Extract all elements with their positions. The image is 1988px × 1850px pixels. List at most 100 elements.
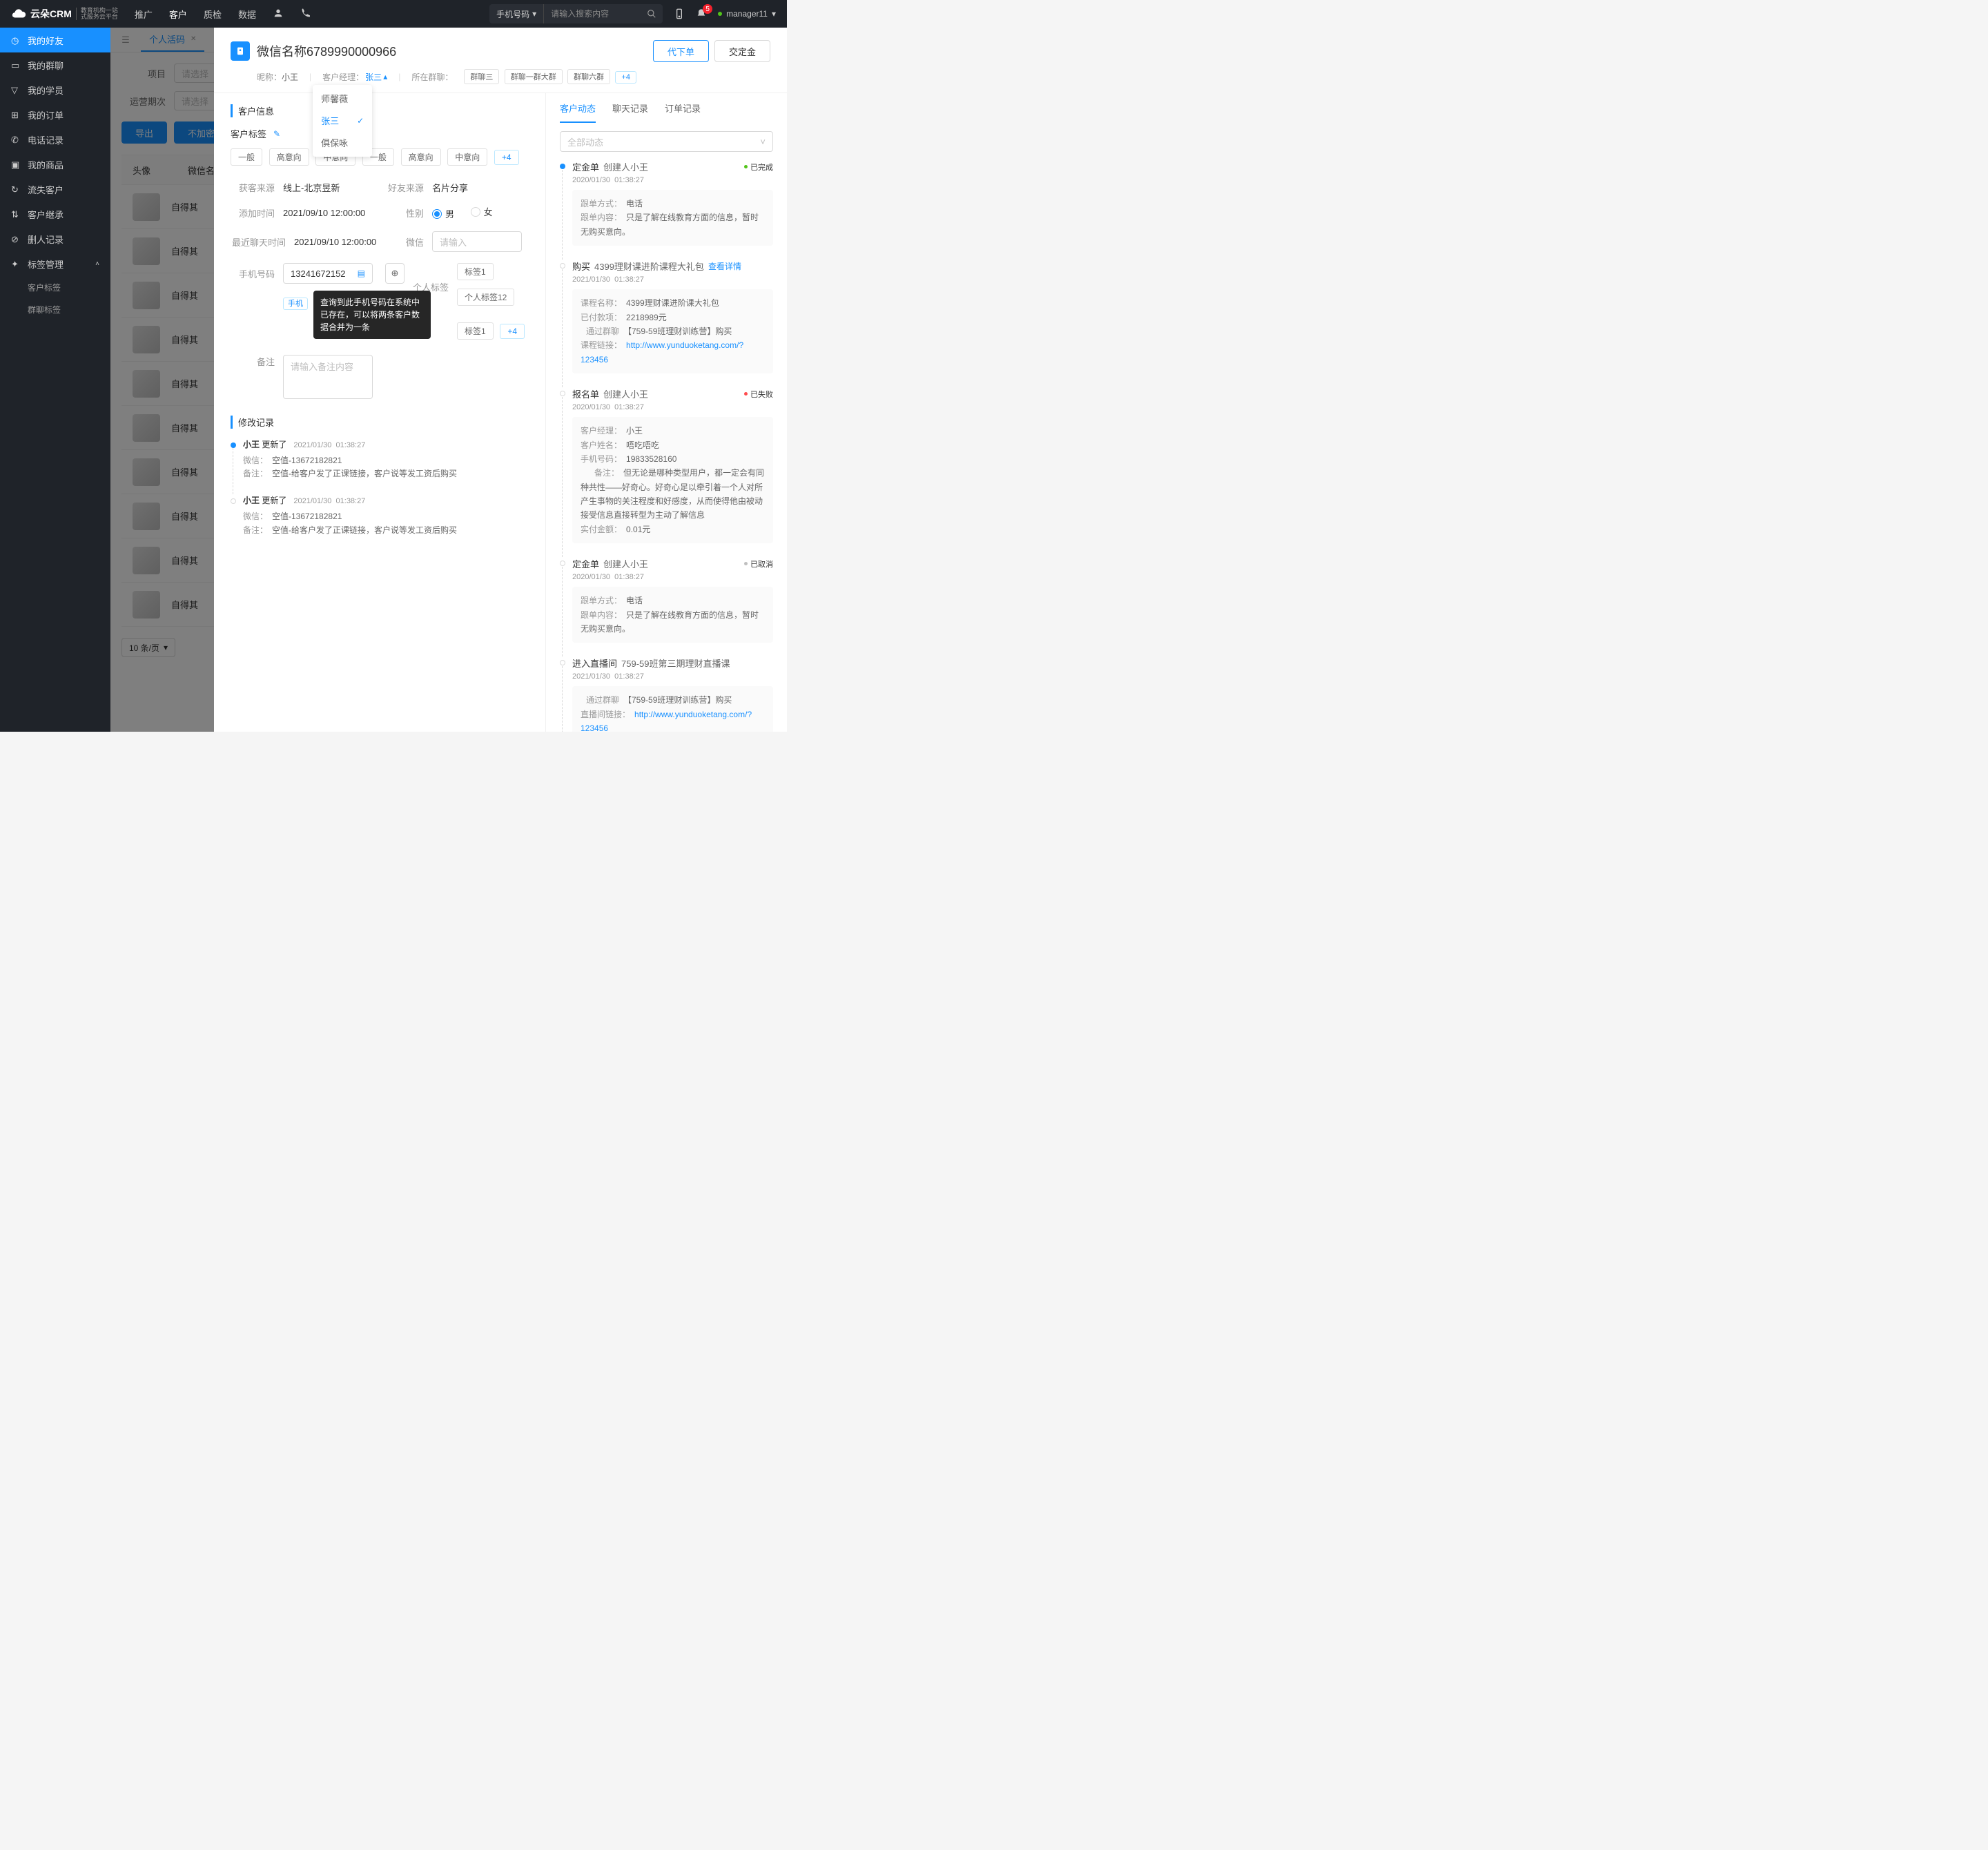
- username: manager11: [726, 9, 768, 19]
- sidebar: ◷我的好友 ▭我的群聊 ▽我的学员 ⊞我的订单 ✆电话记录 ▣我的商品 ↻流失客…: [0, 28, 110, 732]
- clock-icon: ◷: [11, 35, 21, 45]
- tag[interactable]: 高意向: [401, 148, 441, 166]
- chevron-up-icon: ˄: [95, 260, 99, 268]
- chat-icon: ▭: [11, 60, 21, 70]
- mobile-icon[interactable]: [674, 8, 685, 19]
- contacts-icon[interactable]: ▤: [358, 269, 365, 278]
- nav-qc[interactable]: 质检: [204, 8, 222, 21]
- sidebar-item-orders[interactable]: ⊞我的订单: [0, 102, 110, 127]
- sidebar-item-tags[interactable]: ✦标签管理˄: [0, 251, 110, 276]
- tag[interactable]: 高意向: [269, 148, 309, 166]
- gift-icon: ⊞: [11, 110, 21, 119]
- edit-icon[interactable]: ✎: [273, 129, 280, 139]
- content-area: ☰ 个人活码✕ 我 项目请选择 运营期次请选择 导出 不加密导出 头像 微信名 …: [110, 28, 787, 732]
- wechat-input[interactable]: 请输入: [432, 231, 522, 252]
- sidebar-item-friends[interactable]: ◷我的好友: [0, 28, 110, 52]
- timeline-card: 课程名称：4399理财课进阶课大礼包已付款项：2218989元通过群聊【759-…: [572, 289, 773, 373]
- group-more-chip[interactable]: +4: [615, 71, 636, 84]
- nav-phone-icon[interactable]: [300, 8, 311, 21]
- sidebar-sub-customer-tags[interactable]: 客户标签: [0, 276, 110, 298]
- group-chip[interactable]: 群聊六群: [567, 69, 610, 84]
- box-icon: ▣: [11, 159, 21, 169]
- notification-badge: 5: [703, 4, 712, 14]
- history-item: 小王 更新了 2021/01/30 01:38:27微信：空值-13672182…: [231, 494, 529, 536]
- sidebar-item-delete[interactable]: ⊘删人记录: [0, 226, 110, 251]
- section-customer-info: 客户信息: [231, 104, 529, 117]
- right-tabs: 客户动态 聊天记录 订单记录: [546, 93, 787, 123]
- added-value: 2021/09/10 12:00:00: [283, 208, 365, 218]
- chevron-up-icon: ▴: [383, 72, 387, 81]
- phone-tag[interactable]: 手机: [283, 298, 308, 310]
- phone-merge-tooltip: 查询到此手机号码在系统中已存在，可以将两条客户数据合并为一条: [313, 291, 431, 339]
- filter-icon: ▽: [11, 85, 21, 95]
- logo[interactable]: 云朵CRM 教育机构一站式服务云平台: [11, 6, 118, 21]
- activity-filter-select[interactable]: 全部动态˅: [560, 131, 773, 152]
- customer-detail-panel: 微信名称6789990000966 代下单 交定金 昵称：小王 | 客户经理：张…: [214, 28, 787, 732]
- tag-icon: ✦: [11, 259, 21, 269]
- phone-icon: ✆: [11, 135, 21, 144]
- user-menu[interactable]: manager11 ▾: [718, 9, 776, 19]
- phone-input[interactable]: 13241672152 ▤: [283, 263, 373, 284]
- friend-value: 名片分享: [432, 181, 468, 194]
- dropdown-option[interactable]: 俱保咏: [313, 132, 372, 154]
- activity-timeline: 定金单创建人小王已完成2020/01/30 01:38:27跟单方式：电话跟单内…: [546, 160, 787, 732]
- timeline-card: 客户经理：小王客户姓名：唔吃唔吃手机号码：19833528160备注：但无论是哪…: [572, 417, 773, 543]
- personal-tag[interactable]: 个人标签12: [457, 289, 514, 306]
- source-value: 线上-北京昱新: [283, 181, 340, 194]
- status-badge: 已失败: [744, 389, 773, 400]
- tag[interactable]: 中意向: [447, 148, 487, 166]
- tab-orders[interactable]: 订单记录: [665, 101, 701, 123]
- personal-tag[interactable]: 标签1: [457, 322, 494, 340]
- group-chip[interactable]: 群聊一群大群: [505, 69, 563, 84]
- sidebar-item-inherit[interactable]: ⇅客户继承: [0, 202, 110, 226]
- timeline-item: 进入直播间759-59班第三期理财直播课2021/01/30 01:38:27通…: [560, 656, 773, 732]
- sidebar-item-groups[interactable]: ▭我的群聊: [0, 52, 110, 77]
- personal-tag[interactable]: 标签1: [457, 263, 494, 280]
- nav-data[interactable]: 数据: [238, 8, 256, 21]
- dropdown-option[interactable]: 张三✓: [313, 110, 372, 132]
- timeline-card: 通过群聊【759-59班理财训练营】购买直播间链接：http://www.yun…: [572, 686, 773, 732]
- tag[interactable]: 一般: [231, 148, 262, 166]
- tab-activity[interactable]: 客户动态: [560, 101, 596, 123]
- deposit-button[interactable]: 交定金: [714, 40, 770, 62]
- timeline-card: 跟单方式：电话跟单内容：只是了解在线教育方面的信息，暂时无购买意向。: [572, 190, 773, 246]
- detail-right-column: 客户动态 聊天记录 订单记录 全部动态˅ 定金单创建人小王已完成2020/01/…: [545, 93, 787, 732]
- nav-customer[interactable]: 客户: [169, 8, 187, 21]
- search-button[interactable]: [641, 4, 663, 23]
- nav-promotion[interactable]: 推广: [135, 8, 153, 21]
- detail-header: 微信名称6789990000966 代下单 交定金 昵称：小王 | 客户经理：张…: [214, 28, 787, 93]
- tag-more[interactable]: +4: [494, 150, 519, 165]
- dropdown-option[interactable]: 师馨薇: [313, 88, 372, 110]
- sidebar-item-products[interactable]: ▣我的商品: [0, 152, 110, 177]
- sidebar-item-students[interactable]: ▽我的学员: [0, 77, 110, 102]
- nav-user-icon[interactable]: [273, 8, 284, 21]
- search-type-select[interactable]: 手机号码▾: [489, 4, 544, 23]
- group-chip[interactable]: 群聊三: [464, 69, 499, 84]
- lastchat-value: 2021/09/10 12:00:00: [294, 237, 376, 247]
- radio-male[interactable]: 男: [432, 207, 454, 220]
- view-detail-link[interactable]: 查看详情: [708, 260, 741, 272]
- chevron-down-icon: ▾: [532, 9, 536, 19]
- manager-dropdown-trigger[interactable]: 客户经理：张三 ▴ 师馨薇 张三✓ 俱保咏: [322, 71, 387, 83]
- cloud-icon: [11, 6, 26, 21]
- status-badge: 已完成: [744, 162, 773, 173]
- add-phone-icon[interactable]: ⊕: [385, 263, 405, 284]
- timeline-item: 定金单创建人小王已完成2020/01/30 01:38:27跟单方式：电话跟单内…: [560, 160, 773, 260]
- bell-icon[interactable]: 5: [696, 8, 707, 19]
- inherit-icon: ⇅: [11, 209, 21, 219]
- logo-subtitle: 教育机构一站式服务云平台: [76, 8, 118, 20]
- personal-tag-more[interactable]: +4: [500, 324, 525, 339]
- manager-dropdown: 师馨薇 张三✓ 俱保咏: [313, 85, 372, 157]
- remark-textarea[interactable]: 请输入备注内容: [283, 355, 373, 399]
- sidebar-item-lost[interactable]: ↻流失客户: [0, 177, 110, 202]
- timeline-card: 跟单方式：电话跟单内容：只是了解在线教育方面的信息，暂时无购买意向。: [572, 587, 773, 643]
- tab-chat[interactable]: 聊天记录: [612, 101, 648, 123]
- sidebar-sub-group-tags[interactable]: 群聊标签: [0, 298, 110, 320]
- search-input[interactable]: [544, 9, 641, 19]
- sidebar-item-calls[interactable]: ✆电话记录: [0, 127, 110, 152]
- status-badge: 已取消: [744, 558, 773, 569]
- timeline-item: 购买4399理财课进阶课程大礼包查看详情2021/01/30 01:38:27课…: [560, 260, 773, 387]
- timeline-item: 报名单创建人小王已失败2020/01/30 01:38:27客户经理：小王客户姓…: [560, 387, 773, 557]
- order-button[interactable]: 代下单: [653, 40, 709, 62]
- radio-female[interactable]: 女: [471, 205, 493, 218]
